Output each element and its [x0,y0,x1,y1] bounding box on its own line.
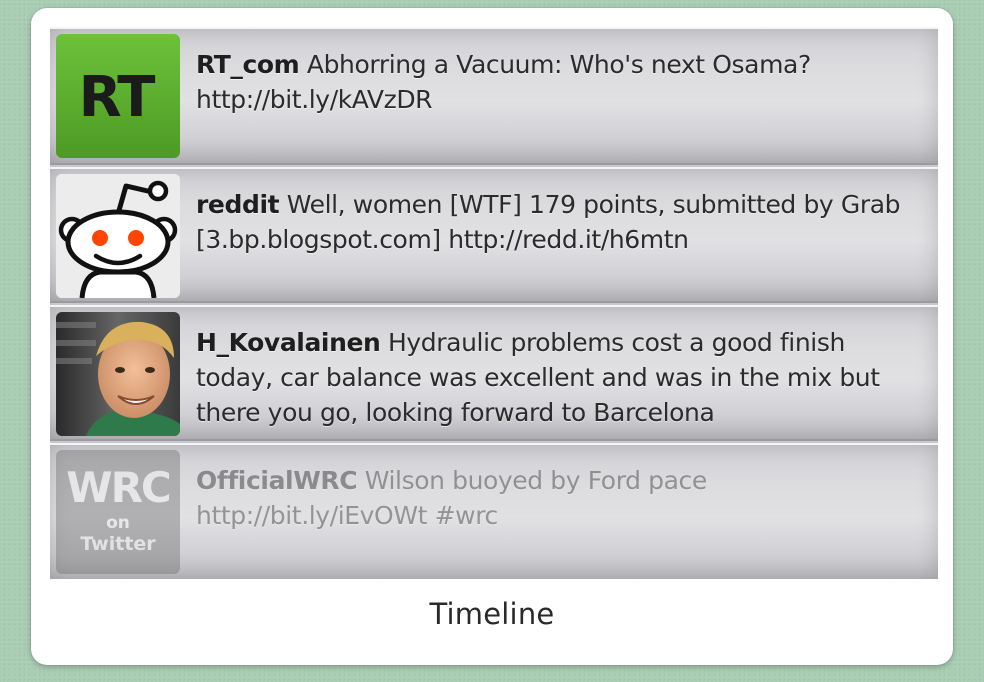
tweet-username[interactable]: reddit [196,190,280,219]
reddit-alien-icon [56,174,180,298]
avatar [56,174,180,298]
svg-text:Twitter: Twitter [80,533,156,555]
tweet-text: RT_com Abhorring a Vacuum: Who's next Os… [196,47,921,117]
tweet-item[interactable]: WRC on Twitter OfficialWRC Wilson buoyed… [50,443,938,579]
svg-text:WRC: WRC [66,463,170,512]
tweet-body: Well, women [WTF] 179 points, submitted … [196,190,901,254]
avatar: WRC on Twitter [56,450,180,574]
avatar [56,312,180,436]
person-photo-icon [56,312,180,436]
wrc-logo-icon: WRC on Twitter [56,450,180,574]
tweet-item[interactable]: reddit Well, women [WTF] 179 points, sub… [50,167,938,303]
tweet-username[interactable]: H_Kovalainen [196,328,381,357]
avatar: RT [56,34,180,158]
timeline-widget-card[interactable]: RT RT_com Abhorring a Vacuum: Who's next… [31,8,953,665]
tweet-text: reddit Well, women [WTF] 179 points, sub… [196,187,921,257]
tweet-item[interactable]: H_Kovalainen Hydraulic problems cost a g… [50,305,938,441]
tweet-item[interactable]: RT RT_com Abhorring a Vacuum: Who's next… [50,27,938,165]
tweet-username[interactable]: OfficialWRC [196,466,358,495]
tweet-text: H_Kovalainen Hydraulic problems cost a g… [196,325,921,430]
rt-logo-icon: RT [56,34,180,158]
widget-label: Timeline [429,597,555,631]
svg-text:RT: RT [79,65,156,130]
timeline-feed[interactable]: RT RT_com Abhorring a Vacuum: Who's next… [50,27,938,579]
svg-text:on: on [106,513,130,533]
tweet-username[interactable]: RT_com [196,50,300,79]
tweet-text: OfficialWRC Wilson buoyed by Ford pace h… [196,463,921,533]
